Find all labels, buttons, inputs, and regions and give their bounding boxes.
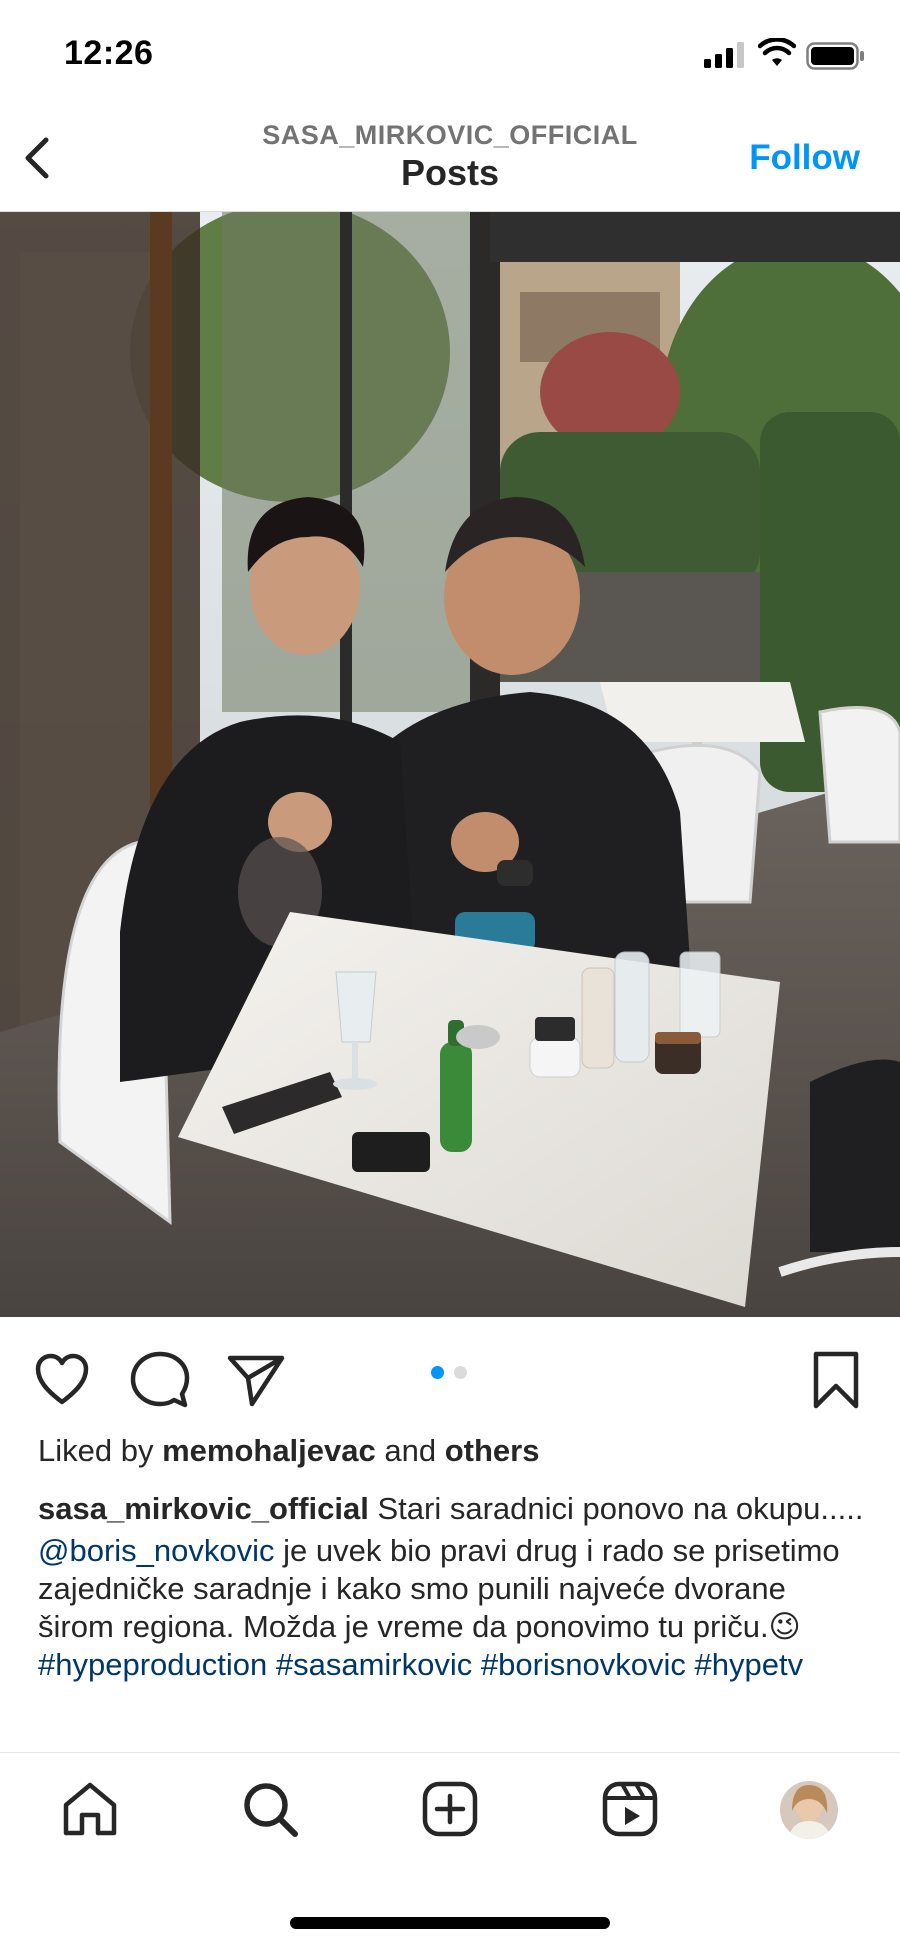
likes-line[interactable]: Liked by memohaljevac and others [38, 1432, 868, 1470]
heart-icon[interactable] [32, 1350, 92, 1410]
post-image [0, 212, 900, 1317]
likes-middle: and [375, 1433, 445, 1468]
cellular-signal-icon [704, 42, 744, 68]
carousel-indicator [428, 1364, 472, 1380]
wifi-icon [758, 38, 796, 66]
carousel-dot-active [431, 1366, 444, 1379]
comment-icon[interactable] [130, 1350, 190, 1410]
avatar-image [780, 1781, 838, 1839]
profile-avatar[interactable] [780, 1781, 838, 1839]
likes-prefix: Liked by [38, 1433, 163, 1468]
post-caption: Liked by memohaljevac and others sasa_mi… [38, 1430, 868, 1684]
liked-by-others[interactable]: others [445, 1433, 540, 1468]
caption-body: @boris_novkovic je uvek bio pravi drug i… [38, 1532, 868, 1684]
status-time: 12:26 [64, 34, 154, 72]
bookmark-icon[interactable] [806, 1350, 866, 1410]
caption-headline: Stari saradnici ponovo na okupu..... [368, 1491, 864, 1526]
reels-icon[interactable] [600, 1779, 660, 1839]
post-photo[interactable] [0, 212, 900, 1317]
hashtag-links[interactable]: #sasamirkovic #borisnovkovic #hypetv [276, 1647, 803, 1682]
caption-author[interactable]: sasa_mirkovic_official [38, 1491, 369, 1526]
home-indicator [290, 1917, 610, 1929]
follow-button[interactable]: Follow [749, 138, 860, 178]
caption-area: Liked by memohaljevac and others sasa_mi… [0, 1420, 900, 1752]
liked-by-user[interactable]: memohaljevac [162, 1433, 376, 1468]
new-post-icon[interactable] [420, 1779, 480, 1839]
home-icon[interactable] [60, 1779, 120, 1839]
hashtag-link[interactable]: #hypeproduction [38, 1647, 267, 1682]
status-bar: 12:26 [0, 0, 900, 110]
paper-plane-icon[interactable] [226, 1350, 286, 1410]
top-bar: SASA_MIRKOVIC_OFFICIAL Posts Follow [0, 110, 900, 212]
battery-icon [806, 42, 864, 70]
mention-link[interactable]: @boris_novkovic [38, 1533, 275, 1568]
search-icon[interactable] [240, 1779, 300, 1839]
caption-text: sasa_mirkovic_official Stari saradnici p… [38, 1490, 868, 1528]
carousel-dot [454, 1366, 467, 1379]
bottom-navigation [0, 1752, 900, 1948]
